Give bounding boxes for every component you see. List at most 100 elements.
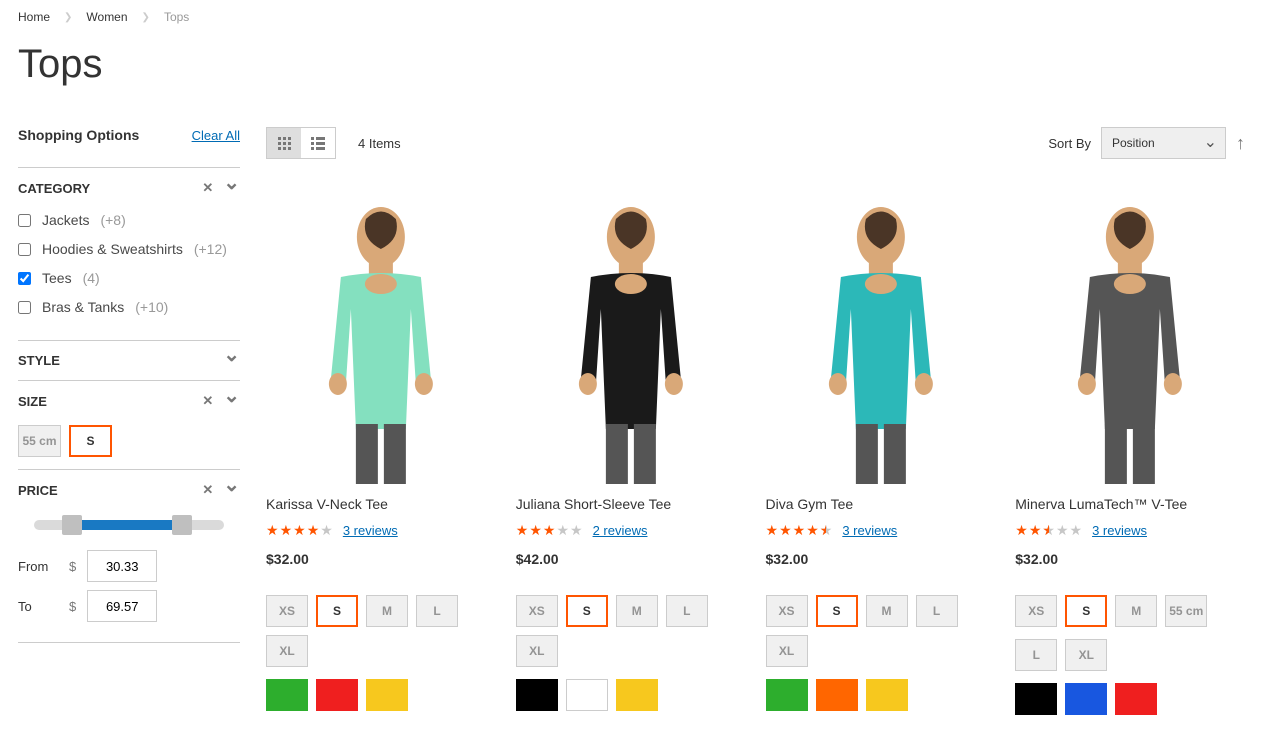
breadcrumb-women[interactable]: Women (86, 10, 127, 24)
price-slider-max-thumb[interactable] (172, 515, 192, 535)
product-color-swatch[interactable] (766, 679, 808, 711)
product-size-swatch[interactable]: S (316, 595, 358, 627)
product-price: $32.00 (266, 551, 496, 567)
sort-select[interactable]: Position (1101, 127, 1226, 159)
category-checkbox[interactable] (18, 272, 31, 285)
sort-by-label: Sort By (1048, 136, 1091, 151)
product-size-swatch[interactable]: XL (266, 635, 308, 667)
product-reviews-link[interactable]: 3 reviews (842, 523, 897, 538)
filter-category-toggle[interactable]: CATEGORY (18, 180, 240, 196)
star-empty-icon: ★ (1070, 522, 1083, 539)
category-option[interactable]: Tees (4) (18, 270, 240, 286)
filter-size-toggle[interactable]: SIZE (18, 393, 240, 409)
product-color-swatch[interactable] (1015, 683, 1057, 715)
product-size-swatch[interactable]: L (666, 595, 708, 627)
page-title: Tops (18, 42, 1245, 87)
price-slider-min-thumb[interactable] (62, 515, 82, 535)
product-size-swatch[interactable]: M (1115, 595, 1157, 627)
product-name[interactable]: Minerva LumaTech™ V-Tee (1015, 496, 1245, 512)
product-color-swatch[interactable] (1065, 683, 1107, 715)
product-name[interactable]: Diva Gym Tee (766, 496, 996, 512)
category-count: (+10) (135, 299, 168, 315)
product-size-swatch[interactable]: S (566, 595, 608, 627)
category-option[interactable]: Hoodies & Sweatshirts (+12) (18, 241, 240, 257)
category-checkbox[interactable] (18, 301, 31, 314)
category-label: Hoodies & Sweatshirts (42, 241, 183, 257)
product-image[interactable] (266, 199, 496, 484)
product-size-swatch[interactable]: XS (1015, 595, 1057, 627)
price-to-label: To (18, 599, 58, 614)
breadcrumb-home[interactable]: Home (18, 10, 50, 24)
close-icon[interactable] (202, 482, 213, 498)
product-size-swatch[interactable]: M (616, 595, 658, 627)
product-color-swatch[interactable] (566, 679, 608, 711)
clear-all-filters[interactable]: Clear All (192, 128, 240, 143)
filter-category: CATEGORY Jackets (+8) Hoodies & Sweatshir… (18, 167, 240, 340)
product-size-swatch[interactable]: M (866, 595, 908, 627)
price-from-input[interactable] (87, 550, 157, 582)
product-color-swatch[interactable] (266, 679, 308, 711)
product-image[interactable] (516, 199, 746, 484)
product-color-swatch[interactable] (616, 679, 658, 711)
category-option[interactable]: Jackets (+8) (18, 212, 240, 228)
product-size-swatch[interactable]: S (1065, 595, 1107, 627)
star-icon: ★ (280, 522, 293, 539)
chevron-down-icon[interactable] (223, 181, 240, 196)
list-view-button[interactable] (301, 128, 335, 158)
chevron-down-icon[interactable] (223, 483, 240, 498)
product-size-swatch[interactable]: XS (266, 595, 308, 627)
size-swatch-s[interactable]: S (69, 425, 112, 457)
product-reviews-link[interactable]: 3 reviews (343, 523, 398, 538)
product-name[interactable]: Karissa V-Neck Tee (266, 496, 496, 512)
close-icon[interactable] (202, 180, 213, 196)
star-icon: ★ (529, 522, 542, 539)
grid-view-button[interactable] (267, 128, 301, 158)
category-checkbox[interactable] (18, 214, 31, 227)
product-color-swatch[interactable] (1115, 683, 1157, 715)
filter-size: SIZE 55 cm S (18, 380, 240, 469)
chevron-down-icon[interactable] (223, 353, 240, 368)
star-icon: ★ (293, 522, 306, 539)
product-reviews-link[interactable]: 2 reviews (593, 523, 648, 538)
chevron-right-icon: ❯ (64, 12, 72, 23)
product-price: $32.00 (766, 551, 996, 567)
product-size-swatch[interactable]: XS (516, 595, 558, 627)
breadcrumb: Home ❯ Women ❯ Tops (18, 10, 1245, 24)
category-checkbox[interactable] (18, 243, 31, 256)
star-half-icon: ★ (1042, 522, 1055, 539)
sort-direction-button[interactable]: ↑ (1236, 133, 1245, 154)
product-size-swatch[interactable]: S (816, 595, 858, 627)
star-empty-icon: ★ (1056, 522, 1069, 539)
product-image[interactable] (1015, 199, 1245, 484)
product-size-swatch[interactable]: XL (516, 635, 558, 667)
chevron-down-icon[interactable] (223, 394, 240, 409)
close-icon[interactable] (202, 393, 213, 409)
product-size-swatch[interactable]: L (916, 595, 958, 627)
product-size-swatch[interactable]: L (1015, 639, 1057, 671)
category-option[interactable]: Bras & Tanks (+10) (18, 299, 240, 315)
product-color-swatch[interactable] (316, 679, 358, 711)
product-size-swatch[interactable]: M (366, 595, 408, 627)
category-label: Jackets (42, 212, 89, 228)
product-image[interactable] (766, 199, 996, 484)
product-size-swatch[interactable]: 55 cm (1165, 595, 1207, 627)
product-size-swatch[interactable]: XL (1065, 639, 1107, 671)
price-slider[interactable] (34, 520, 224, 530)
product-size-swatch[interactable]: XS (766, 595, 808, 627)
product-card: Juliana Short-Sleeve Tee ★★★★★ 2 reviews… (516, 199, 746, 727)
star-icon: ★ (793, 522, 806, 539)
price-to-input[interactable] (87, 590, 157, 622)
size-swatch-55cm[interactable]: 55 cm (18, 425, 61, 457)
filter-style-toggle[interactable]: STYLE (18, 353, 240, 368)
toolbar: 4 Items Sort By Position ↑ (266, 127, 1245, 159)
product-name[interactable]: Juliana Short-Sleeve Tee (516, 496, 746, 512)
category-count: (4) (83, 270, 100, 286)
product-color-swatch[interactable] (816, 679, 858, 711)
product-color-swatch[interactable] (866, 679, 908, 711)
product-reviews-link[interactable]: 3 reviews (1092, 523, 1147, 538)
product-size-swatch[interactable]: L (416, 595, 458, 627)
product-color-swatch[interactable] (366, 679, 408, 711)
product-color-swatch[interactable] (516, 679, 558, 711)
product-size-swatch[interactable]: XL (766, 635, 808, 667)
filter-price-toggle[interactable]: PRICE (18, 482, 240, 498)
